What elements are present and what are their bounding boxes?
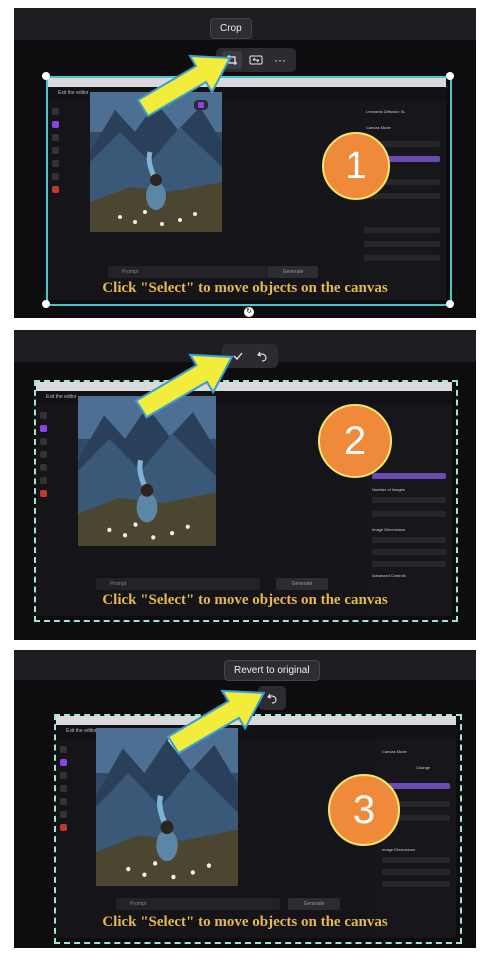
setting-row[interactable] (364, 227, 440, 233)
crop-handle-br[interactable] (446, 300, 454, 308)
step-number: 2 (343, 418, 367, 463)
step-number-badge: 3 (328, 774, 400, 846)
setting-row[interactable] (372, 561, 446, 567)
setting-row[interactable] (382, 869, 450, 875)
change-link[interactable]: Change (416, 765, 430, 770)
tool-icon[interactable] (40, 477, 47, 484)
tool-icon[interactable] (60, 746, 67, 753)
generate-button[interactable]: Generate (288, 898, 340, 910)
browser-bookmarks-bar (36, 382, 452, 391)
caption-text: Click "Select" to move objects on the ca… (102, 914, 388, 930)
prompt-input[interactable]: Prompt (96, 578, 260, 590)
generate-label: Generate (303, 901, 325, 907)
tooltip-text: Crop (220, 23, 242, 34)
tool-icon[interactable] (52, 186, 59, 193)
select-tool-icon[interactable] (52, 121, 59, 128)
tool-icon[interactable] (40, 451, 47, 458)
tool-icon[interactable] (40, 490, 47, 497)
setting-row[interactable] (364, 241, 440, 247)
step-2-panel: Exit the editor Change (14, 330, 476, 640)
image-dimensions-label: Image Dimensions (372, 527, 406, 532)
rotate-handle-icon[interactable]: ↻ (244, 307, 254, 317)
crop-handle-tr[interactable] (446, 72, 454, 80)
tooltip-text: Revert to original (234, 665, 310, 676)
caption-text: Click "Select" to move objects on the ca… (102, 280, 388, 296)
pointer-arrow-icon (166, 689, 266, 755)
tool-icon[interactable] (60, 798, 67, 805)
tool-icon[interactable] (40, 412, 47, 419)
tool-icon[interactable] (52, 134, 59, 141)
image-dimensions-label: Image Dimensions (382, 847, 416, 852)
setting-row[interactable] (372, 497, 446, 503)
screenshot-image: Exit the editor Leonardo Diffusion XL Ca… (48, 78, 446, 300)
generate-button[interactable]: Generate (268, 266, 318, 278)
setting-row[interactable] (372, 537, 446, 543)
tool-icon[interactable] (60, 824, 67, 831)
prompt-placeholder: Prompt (122, 269, 139, 275)
exit-editor-link[interactable]: Exit the editor (46, 394, 77, 400)
left-toolbar (60, 746, 70, 831)
generate-label: Generate (282, 269, 304, 275)
advanced-controls-label: Advanced Controls (372, 573, 406, 578)
tool-icon[interactable] (60, 785, 67, 792)
step-number-badge: 1 (322, 132, 390, 200)
prompt-input[interactable]: Prompt (108, 266, 272, 278)
tool-icon[interactable] (40, 464, 47, 471)
settings-panel: Canvas Mode Change Image Dimensions (376, 739, 456, 938)
caption-text: Click "Select" to move objects on the ca… (102, 592, 388, 608)
model-name: Leonardo Diffusion XL (366, 109, 406, 114)
step-3-panel: Revert to original Exit the editor Canva… (14, 650, 476, 948)
step-1-panel: Crop ··· ↻ Exit the editor Leonardo Diff… (14, 8, 476, 318)
generate-label: Generate (291, 581, 313, 587)
setting-row[interactable] (364, 255, 440, 261)
flip-icon[interactable] (246, 51, 266, 69)
prompt-placeholder: Prompt (130, 901, 147, 907)
setting-row[interactable] (372, 511, 446, 517)
tool-icon[interactable] (52, 147, 59, 154)
revert-tooltip: Revert to original (224, 660, 320, 681)
tool-icon[interactable] (52, 160, 59, 167)
browser-bookmarks-bar (48, 78, 446, 87)
select-tool-icon[interactable] (40, 425, 47, 432)
generate-button[interactable]: Generate (276, 578, 328, 590)
exit-editor-link[interactable]: Exit the editor (58, 90, 89, 96)
canvas-mode-label: Canvas Mode (382, 749, 407, 754)
step-number: 1 (345, 144, 367, 187)
settings-panel: Leonardo Diffusion XL Canvas Mode (358, 101, 446, 300)
crop-handle-bl[interactable] (42, 300, 50, 308)
setting-row[interactable] (372, 549, 446, 555)
pointer-arrow-icon (134, 353, 234, 419)
undo-icon[interactable] (252, 347, 272, 365)
tool-icon[interactable] (60, 811, 67, 818)
num-images-label: Number of Images (372, 487, 405, 492)
left-toolbar (52, 108, 62, 193)
prompt-input[interactable]: Prompt (116, 898, 280, 910)
prompt-placeholder: Prompt (110, 581, 127, 587)
step-number-badge: 2 (318, 404, 392, 478)
setting-row[interactable] (382, 857, 450, 863)
pointer-arrow-icon (136, 54, 232, 118)
setting-row[interactable] (382, 881, 450, 887)
screenshot-image: Exit the editor Change (36, 382, 452, 616)
exit-editor-link[interactable]: Exit the editor (66, 728, 97, 734)
tool-icon[interactable] (40, 438, 47, 445)
crop-tooltip: Crop (210, 18, 252, 39)
canvas-mode-label: Canvas Mode (366, 125, 391, 130)
slider-row[interactable] (372, 473, 446, 479)
tool-icon[interactable] (60, 772, 67, 779)
select-tool-icon[interactable] (60, 759, 67, 766)
left-toolbar (40, 412, 50, 497)
more-icon[interactable]: ··· (270, 51, 290, 69)
tool-icon[interactable] (52, 173, 59, 180)
step-number: 3 (352, 787, 376, 832)
tool-icon[interactable] (52, 108, 59, 115)
